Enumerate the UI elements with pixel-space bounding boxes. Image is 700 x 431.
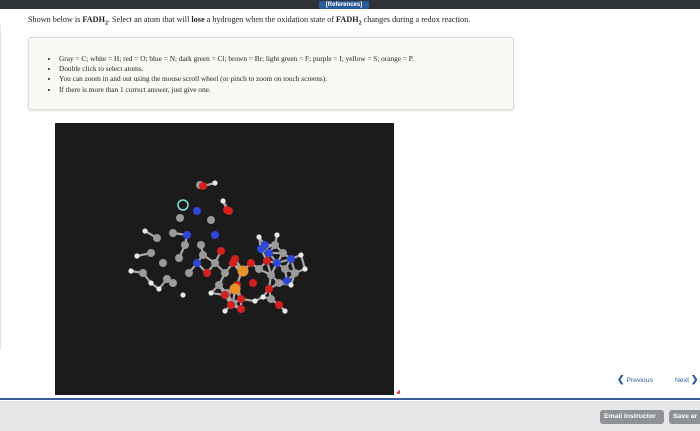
- atom[interactable]: [128, 268, 134, 274]
- atom[interactable]: [217, 247, 225, 255]
- atom[interactable]: [271, 241, 279, 249]
- left-divider: [0, 25, 1, 350]
- atom[interactable]: [237, 295, 245, 303]
- atom[interactable]: [279, 249, 287, 257]
- instructions-box: Gray = C; white = H; red = O; blue = N; …: [28, 37, 514, 110]
- next-label: Next: [675, 377, 689, 384]
- atom[interactable]: [267, 295, 275, 303]
- email-instructor-button[interactable]: Email Instructor: [600, 410, 664, 424]
- instruction-item: You can zoom in and out using the mouse …: [59, 74, 414, 84]
- atom[interactable]: [298, 252, 304, 258]
- atom[interactable]: [185, 269, 193, 277]
- atom[interactable]: [180, 292, 186, 298]
- compound-name: FADH2: [82, 15, 108, 27]
- atom[interactable]: [282, 308, 288, 314]
- atom[interactable]: [221, 291, 229, 299]
- atom[interactable]: [181, 241, 189, 249]
- atom[interactable]: [147, 249, 155, 257]
- atom[interactable]: [302, 266, 308, 272]
- atom[interactable]: [225, 207, 233, 215]
- atom[interactable]: [263, 257, 271, 265]
- atom[interactable]: [247, 259, 255, 267]
- atom[interactable]: [222, 308, 228, 314]
- chevron-right-icon: ❯: [690, 374, 699, 384]
- atom[interactable]: [199, 182, 207, 190]
- atom[interactable]: [237, 305, 245, 313]
- atom[interactable]: [256, 234, 262, 240]
- instruction-item: If there is more than 1 correct answer, …: [59, 85, 414, 95]
- atom[interactable]: [231, 255, 239, 263]
- atom[interactable]: [193, 207, 201, 215]
- atom[interactable]: [265, 285, 273, 293]
- keyword-lose: lose: [191, 15, 205, 24]
- instruction-item: Double click to select atoms.: [59, 64, 414, 74]
- previous-button[interactable]: ❮ Previous: [617, 374, 653, 385]
- atom[interactable]: [221, 269, 229, 277]
- viewer-resize-handle[interactable]: ◢: [396, 390, 401, 395]
- footer-divider: [0, 398, 700, 400]
- atom[interactable]: [281, 265, 289, 273]
- atom[interactable]: [211, 231, 219, 239]
- atom[interactable]: [227, 301, 235, 309]
- atom[interactable]: [275, 301, 283, 309]
- atom[interactable]: [274, 232, 280, 238]
- atom[interactable]: [212, 180, 218, 186]
- atom[interactable]: [237, 265, 249, 277]
- question-text: Shown below is FADH2. Select an atom tha…: [28, 15, 470, 27]
- atom[interactable]: [249, 279, 257, 287]
- atom[interactable]: [148, 280, 154, 286]
- chevron-left-icon: ❮: [617, 374, 625, 384]
- atom[interactable]: [291, 269, 299, 277]
- atom[interactable]: [267, 271, 275, 279]
- atom[interactable]: [265, 249, 273, 257]
- atom[interactable]: [203, 269, 211, 277]
- molecule-viewer[interactable]: [55, 123, 394, 395]
- atom[interactable]: [229, 283, 241, 295]
- atom[interactable]: [288, 282, 294, 288]
- atom[interactable]: [260, 294, 266, 300]
- atom[interactable]: [197, 241, 205, 249]
- top-bar: [References]: [0, 0, 700, 9]
- selected-atom-ring: [177, 199, 189, 211]
- atom[interactable]: [139, 269, 147, 277]
- atom[interactable]: [175, 254, 183, 262]
- atom[interactable]: [193, 259, 201, 267]
- atom[interactable]: [169, 229, 177, 237]
- next-button[interactable]: Next ❯: [675, 374, 698, 385]
- atom[interactable]: [208, 290, 214, 296]
- question-part: . Select an atom that will: [107, 15, 192, 24]
- atom[interactable]: [176, 214, 184, 222]
- atom[interactable]: [261, 241, 269, 249]
- atom[interactable]: [273, 259, 281, 267]
- atom[interactable]: [156, 286, 162, 292]
- question-part: changes during a redox reaction.: [361, 15, 471, 24]
- atom[interactable]: [215, 281, 223, 289]
- instruction-item: Gray = C; white = H; red = O; blue = N; …: [59, 54, 414, 64]
- footer-bar: Email Instructor Save ar: [0, 401, 700, 431]
- compound-name: FADH2: [336, 15, 362, 27]
- atom[interactable]: [211, 259, 219, 267]
- molecule-model[interactable]: [55, 123, 394, 395]
- atom[interactable]: [159, 259, 167, 267]
- atom[interactable]: [199, 251, 207, 259]
- previous-label: Previous: [626, 377, 653, 384]
- instructions-list: Gray = C; white = H; red = O; blue = N; …: [59, 54, 414, 95]
- atom[interactable]: [134, 253, 140, 259]
- atom[interactable]: [287, 255, 295, 263]
- question-part: Shown below is: [28, 15, 83, 24]
- atom[interactable]: [220, 198, 226, 204]
- atom[interactable]: [169, 279, 177, 287]
- atom[interactable]: [153, 234, 161, 242]
- atom[interactable]: [183, 231, 191, 239]
- atom[interactable]: [275, 279, 283, 287]
- atom[interactable]: [252, 298, 258, 304]
- atom[interactable]: [142, 228, 148, 234]
- atom[interactable]: [255, 265, 263, 273]
- references-button[interactable]: [References]: [319, 1, 369, 9]
- atom[interactable]: [207, 216, 215, 224]
- save-button[interactable]: Save ar: [669, 410, 700, 424]
- question-part: a hydrogen when the oxidation state of: [204, 15, 337, 24]
